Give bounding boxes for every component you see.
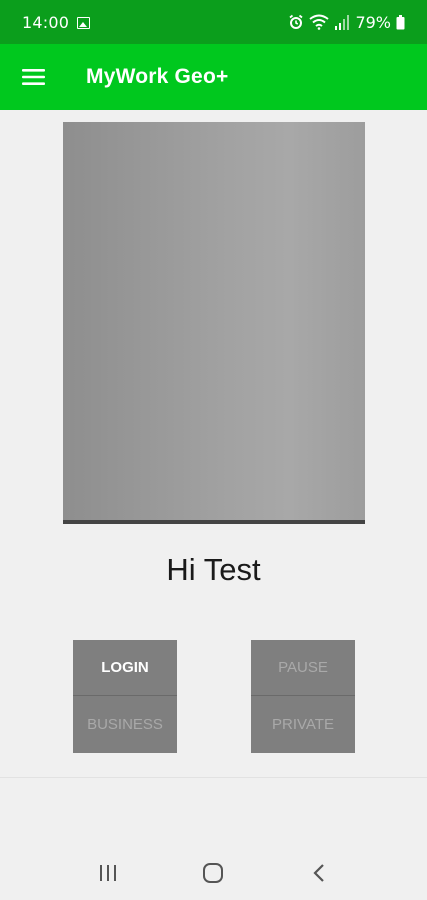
status-bar: 14:00 79%	[0, 0, 427, 44]
menu-button[interactable]	[0, 44, 68, 110]
private-button[interactable]: PRIVATE	[251, 696, 355, 752]
status-time: 14:00	[22, 12, 70, 32]
gallery-icon	[77, 17, 91, 29]
hamburger-menu-icon	[22, 69, 45, 85]
back-button[interactable]	[289, 845, 349, 900]
divider	[0, 777, 427, 778]
break-button-group: PAUSE PRIVATE	[251, 640, 355, 753]
work-button-group: LOGIN BUSINESS	[73, 640, 177, 753]
alarm-icon	[289, 14, 303, 29]
status-icons: 79%	[288, 13, 405, 32]
business-button[interactable]: BUSINESS	[73, 696, 177, 752]
wifi-icon	[309, 14, 330, 30]
recent-apps-button[interactable]	[78, 845, 138, 900]
signal-icon	[335, 14, 350, 30]
home-button[interactable]	[183, 845, 243, 900]
home-icon	[203, 862, 224, 883]
battery-icon	[396, 14, 405, 29]
pause-button[interactable]: PAUSE	[251, 640, 355, 696]
battery-percentage: 79%	[355, 12, 391, 32]
login-button[interactable]: LOGIN	[73, 640, 177, 696]
system-nav-bar	[0, 845, 427, 900]
back-icon	[313, 863, 324, 882]
camera-preview	[63, 122, 365, 524]
app-bar: MyWork Geo+	[0, 44, 427, 110]
greeting-text: Hi Test	[166, 552, 261, 587]
app-title: MyWork Geo+	[86, 65, 229, 88]
recent-apps-icon	[99, 864, 116, 881]
